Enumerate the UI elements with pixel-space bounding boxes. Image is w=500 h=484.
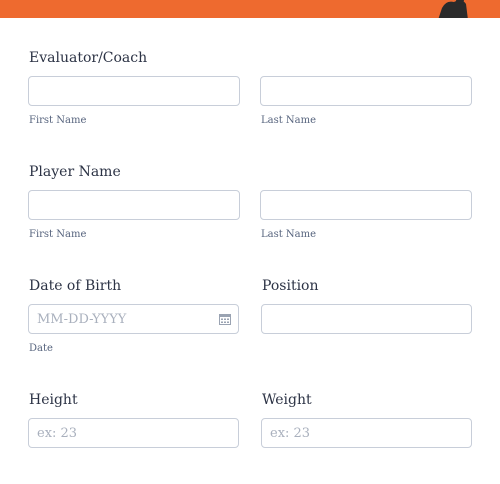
evaluator-first-name-sublabel: First Name [29, 115, 87, 126]
evaluator-coach-label: Evaluator/Coach [29, 50, 148, 66]
player-last-name-sublabel: Last Name [261, 229, 317, 240]
height-label: Height [29, 392, 78, 408]
date-of-birth-label: Date of Birth [29, 278, 122, 294]
evaluator-last-name-input[interactable] [260, 76, 472, 106]
date-sublabel: Date [29, 343, 53, 354]
player-evaluation-form: Evaluator/Coach First Name Last Name Pla… [0, 18, 500, 484]
weight-input[interactable] [261, 418, 472, 448]
height-input[interactable] [28, 418, 239, 448]
position-label: Position [262, 278, 319, 294]
athlete-silhouette-icon [438, 0, 468, 18]
player-first-name-input[interactable] [28, 190, 240, 220]
date-of-birth-input[interactable] [28, 304, 239, 334]
header-banner [0, 0, 500, 18]
evaluator-last-name-sublabel: Last Name [261, 115, 317, 126]
position-input[interactable] [261, 304, 472, 334]
player-last-name-input[interactable] [260, 190, 472, 220]
weight-label: Weight [262, 392, 312, 408]
calendar-icon[interactable] [219, 314, 231, 325]
evaluator-first-name-input[interactable] [28, 76, 240, 106]
player-name-label: Player Name [29, 164, 121, 180]
player-first-name-sublabel: First Name [29, 229, 87, 240]
